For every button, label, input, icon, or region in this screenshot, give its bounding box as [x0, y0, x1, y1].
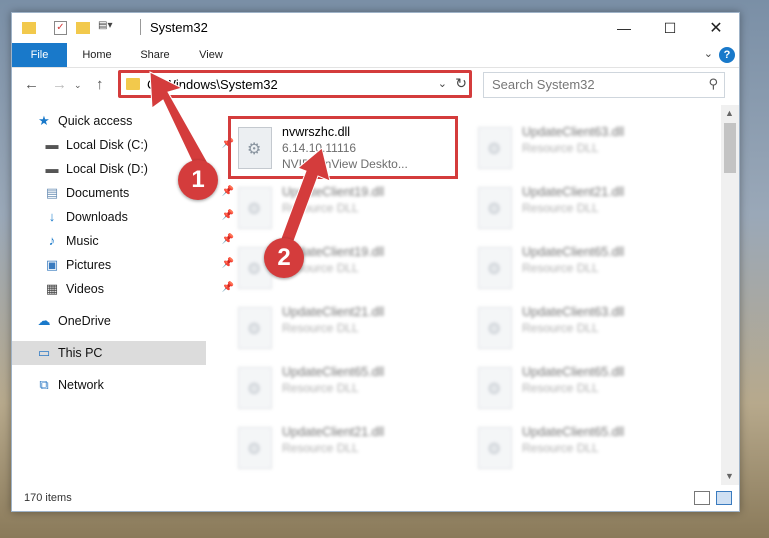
arrow-1: [149, 71, 209, 171]
step-2-badge: 2: [264, 238, 304, 278]
annotation-arrows: [149, 71, 331, 258]
step-1-badge: 1: [178, 160, 218, 200]
